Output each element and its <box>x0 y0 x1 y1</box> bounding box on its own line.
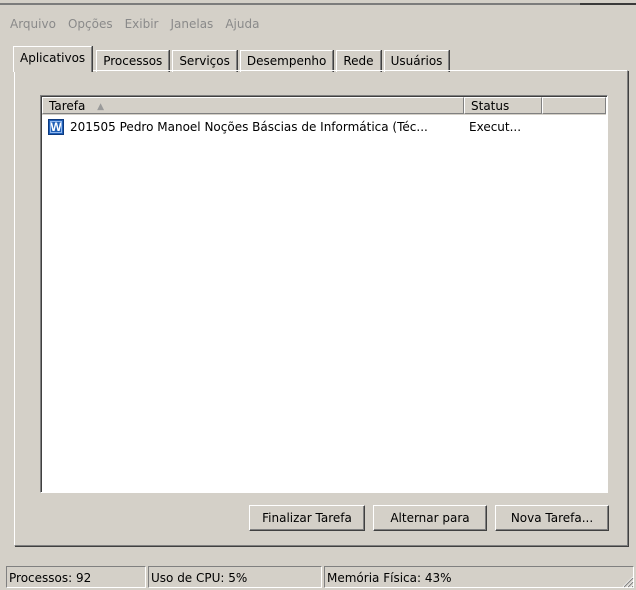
menu-opcoes[interactable]: Opções <box>62 14 119 34</box>
end-task-button[interactable]: Finalizar Tarefa <box>249 505 365 531</box>
tab-servicos[interactable]: Serviços <box>172 50 237 72</box>
column-header-task[interactable]: Tarefa ▲ <box>42 97 464 114</box>
menu-exibir[interactable]: Exibir <box>119 14 165 34</box>
sort-ascending-icon: ▲ <box>97 102 105 112</box>
tab-strip: Aplicativos Processos Serviços Desempenh… <box>13 44 452 72</box>
list-item[interactable]: W 201505 Pedro Manoel Noções Báscias de … <box>42 117 606 137</box>
window-top-edge <box>0 0 636 6</box>
menu-bar: Arquivo Opções Exibir Janelas Ajuda <box>4 14 265 34</box>
column-header-task-label: Tarefa <box>49 99 86 113</box>
column-header-status-label: Status <box>471 99 510 113</box>
word-icon: W <box>48 119 64 135</box>
new-task-button[interactable]: Nova Tarefa... <box>495 505 609 531</box>
menu-janelas[interactable]: Janelas <box>164 14 219 34</box>
tab-usuarios[interactable]: Usuários <box>383 50 450 72</box>
status-processes: Processos: 92 <box>6 566 146 588</box>
task-list[interactable]: Tarefa ▲ Status W 201505 Pedro Manoel No… <box>40 95 608 493</box>
switch-to-button[interactable]: Alternar para <box>373 505 487 531</box>
tab-rede[interactable]: Rede <box>336 50 381 72</box>
menu-arquivo[interactable]: Arquivo <box>4 14 62 34</box>
menu-ajuda[interactable]: Ajuda <box>219 14 265 34</box>
column-header-empty[interactable] <box>542 97 606 114</box>
status-bar: Processos: 92 Uso de CPU: 5% Memória Fís… <box>0 566 636 590</box>
tab-desempenho[interactable]: Desempenho <box>239 50 334 72</box>
status-memory: Memória Física: 43% <box>324 566 634 588</box>
task-status: Execut... <box>469 120 522 134</box>
resize-grip-icon[interactable] <box>620 574 634 588</box>
task-name: 201505 Pedro Manoel Noções Báscias de In… <box>70 120 428 134</box>
tab-processos[interactable]: Processos <box>96 50 170 72</box>
status-cpu: Uso de CPU: 5% <box>148 566 322 588</box>
column-header-status[interactable]: Status <box>464 97 542 114</box>
tab-aplicativos[interactable]: Aplicativos <box>13 46 93 72</box>
list-header: Tarefa ▲ Status <box>42 97 606 115</box>
